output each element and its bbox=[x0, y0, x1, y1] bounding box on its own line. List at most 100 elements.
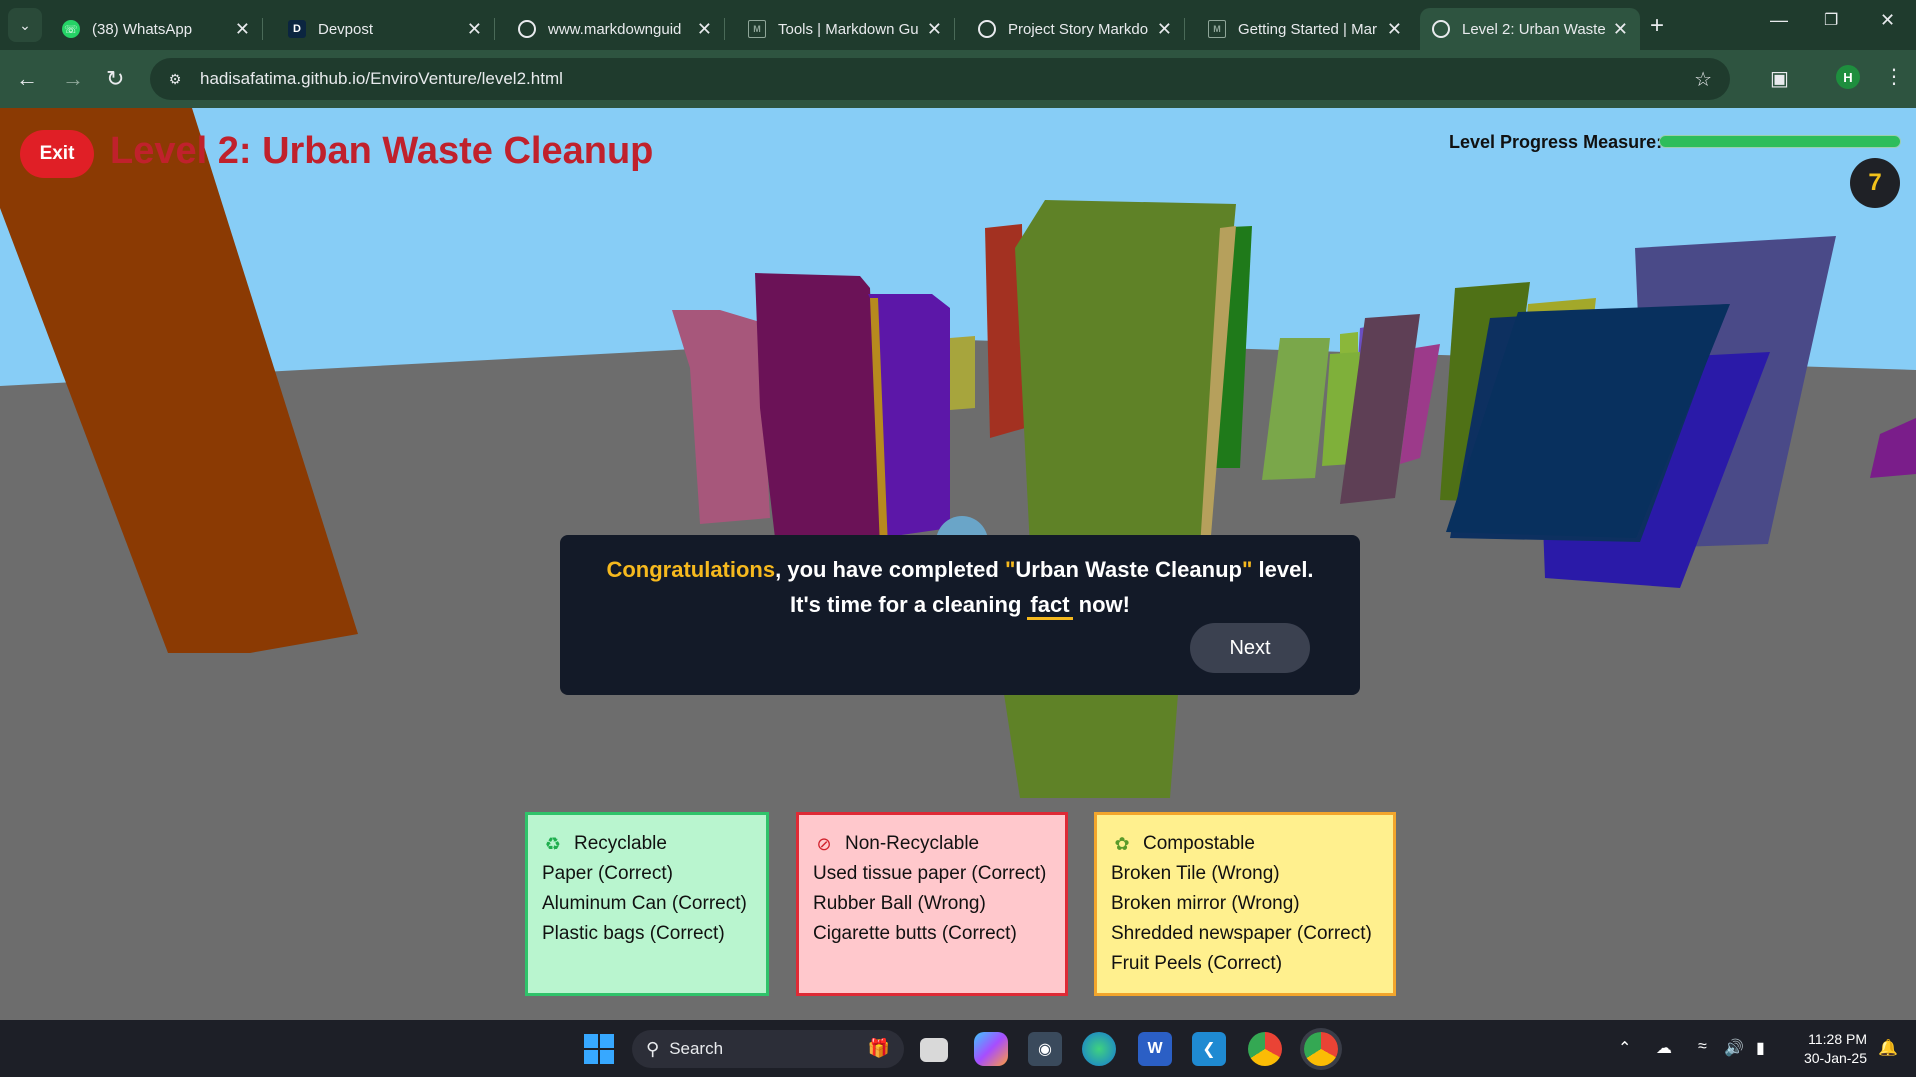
edge-icon[interactable] bbox=[1082, 1032, 1116, 1066]
notification-bell-icon[interactable]: 🔔 bbox=[1878, 1038, 1898, 1058]
list-item: Fruit Peels (Correct) bbox=[1111, 953, 1283, 974]
close-window-icon[interactable]: ✕ bbox=[1880, 10, 1895, 31]
list-item: Rubber Ball (Wrong) bbox=[813, 893, 986, 914]
vscode-icon[interactable]: ❮ bbox=[1192, 1032, 1226, 1066]
close-tab-icon[interactable]: ✕ bbox=[697, 19, 712, 40]
task-view-icon[interactable] bbox=[920, 1038, 948, 1062]
show-hidden-icons[interactable]: ⌃ bbox=[1618, 1038, 1631, 1058]
reload-icon[interactable]: ↻ bbox=[106, 66, 124, 92]
volume-icon[interactable]: 🔊 bbox=[1724, 1038, 1744, 1058]
score-counter: 7 bbox=[1850, 158, 1900, 208]
wifi-icon[interactable]: ≈ bbox=[1698, 1038, 1707, 1056]
word-icon[interactable]: W bbox=[1138, 1032, 1172, 1066]
devpost-icon: D bbox=[288, 20, 306, 38]
gift-icon: 🎁 bbox=[867, 1038, 890, 1058]
close-tab-icon[interactable]: ✕ bbox=[1387, 19, 1402, 40]
non-recyclable-bin[interactable]: ⊘ Non-Recyclable Used tissue paper (Corr… bbox=[796, 812, 1068, 996]
bin-title: Non-Recyclable bbox=[845, 833, 980, 854]
tab-search-button[interactable]: ⌄ bbox=[8, 8, 42, 42]
dialog-line-1: Congratulations, you have completed "Urb… bbox=[560, 557, 1360, 583]
list-item: Paper (Correct) bbox=[542, 863, 673, 884]
restore-icon[interactable]: ❐ bbox=[1824, 10, 1838, 30]
close-tab-icon[interactable]: ✕ bbox=[467, 19, 482, 40]
close-tab-icon[interactable]: ✕ bbox=[1613, 19, 1628, 40]
fact-word: fact bbox=[1027, 592, 1073, 620]
url-text[interactable]: hadisafatima.github.io/EnviroVenture/lev… bbox=[200, 69, 563, 89]
forward-icon[interactable]: → bbox=[62, 66, 84, 92]
list-item: Broken Tile (Wrong) bbox=[1111, 863, 1280, 884]
extensions-icon[interactable]: ▣ bbox=[1770, 66, 1789, 91]
dialog-text: level. bbox=[1252, 557, 1314, 582]
globe-icon bbox=[518, 20, 536, 38]
clock-date: 30-Jan-25 bbox=[1803, 1050, 1867, 1066]
tab-title: Level 2: Urban Waste bbox=[1462, 20, 1605, 38]
battery-icon[interactable]: ▮ bbox=[1756, 1038, 1765, 1058]
list-item: Broken mirror (Wrong) bbox=[1111, 893, 1300, 914]
list-item: Shredded newspaper (Correct) bbox=[1111, 923, 1372, 944]
clock-time: 11:28 PM bbox=[1808, 1031, 1867, 1047]
close-tab-icon[interactable]: ✕ bbox=[235, 19, 250, 40]
minimize-icon[interactable]: — bbox=[1770, 10, 1788, 31]
new-tab-button[interactable]: + bbox=[1650, 12, 1664, 40]
tab-markdownguide[interactable]: www.markdownguid ✕ bbox=[506, 8, 725, 50]
chrome-icon[interactable] bbox=[1248, 1032, 1282, 1066]
tab-title: (38) WhatsApp bbox=[92, 20, 193, 38]
quote-mark: " bbox=[1241, 557, 1253, 582]
level-title: Level 2: Urban Waste Cleanup bbox=[110, 130, 654, 172]
menu-icon[interactable]: ⋮ bbox=[1884, 64, 1904, 89]
chrome-profile-icon[interactable] bbox=[1304, 1032, 1338, 1066]
taskbar: ⚲ Search 🎁 ◉ W ❮ ⌃ ☁ ≈ 🔊 ▮ 11:28 PM 30-J… bbox=[0, 1020, 1916, 1077]
tab-devpost[interactable]: D Devpost ✕ bbox=[276, 8, 495, 50]
copilot-icon[interactable] bbox=[974, 1032, 1008, 1066]
tab-tools-markdown[interactable]: M Tools | Markdown Gu ✕ bbox=[736, 8, 955, 50]
list-item: Cigarette butts (Correct) bbox=[813, 923, 1017, 944]
close-tab-icon[interactable]: ✕ bbox=[1157, 19, 1172, 40]
next-button[interactable]: Next bbox=[1190, 623, 1310, 673]
openai-icon bbox=[978, 20, 996, 38]
recycle-icon: ♻ bbox=[544, 834, 562, 854]
tab-getting-started[interactable]: M Getting Started | Mar ✕ bbox=[1196, 8, 1414, 50]
waste-block bbox=[950, 336, 975, 410]
back-icon[interactable]: ← bbox=[16, 66, 38, 92]
tab-level2-active[interactable]: Level 2: Urban Waste ✕ bbox=[1420, 8, 1640, 50]
progress-fill bbox=[1660, 136, 1900, 147]
exit-button[interactable]: Exit bbox=[20, 130, 94, 178]
dialog-text: now! bbox=[1072, 592, 1130, 617]
close-tab-icon[interactable]: ✕ bbox=[927, 19, 942, 40]
bin-title: Recyclable bbox=[574, 833, 667, 854]
list-item: Aluminum Can (Correct) bbox=[542, 893, 747, 914]
tab-title: Tools | Markdown Gu bbox=[778, 20, 919, 38]
tab-whatsapp[interactable]: ☏ (38) WhatsApp ✕ bbox=[50, 8, 263, 50]
whatsapp-icon: ☏ bbox=[62, 20, 80, 38]
taskbar-search[interactable]: ⚲ Search 🎁 bbox=[632, 1030, 904, 1068]
camera-icon[interactable]: ◉ bbox=[1028, 1032, 1062, 1066]
quote-mark: " bbox=[1004, 557, 1016, 582]
compostable-bin[interactable]: ✿ Compostable Broken Tile (Wrong) Broken… bbox=[1094, 812, 1396, 996]
dialog-line-2: It's time for a cleaning fact now! bbox=[560, 592, 1360, 620]
leaf-icon: ✿ bbox=[1114, 834, 1130, 854]
list-item: Used tissue paper (Correct) bbox=[813, 863, 1047, 884]
markdown-icon: M bbox=[748, 20, 766, 38]
bin-title: Compostable bbox=[1143, 833, 1255, 854]
game-viewport[interactable]: Exit Level 2: Urban Waste Cleanup Level … bbox=[0, 108, 1916, 1020]
level-name: Urban Waste Cleanup bbox=[1015, 557, 1242, 582]
congrats-text: Congratulations bbox=[606, 557, 776, 582]
bookmark-star-icon[interactable]: ☆ bbox=[1694, 67, 1712, 92]
waste-block bbox=[755, 273, 880, 538]
profile-avatar[interactable]: H bbox=[1836, 65, 1860, 89]
clock[interactable]: 11:28 PM 30-Jan-25 bbox=[1795, 1030, 1867, 1068]
site-info-icon[interactable]: ⚙ bbox=[164, 68, 186, 90]
list-item: Plastic bags (Correct) bbox=[542, 923, 725, 944]
tab-title: www.markdownguid bbox=[548, 20, 682, 38]
progress-label: Level Progress Measure: bbox=[1449, 132, 1663, 152]
tab-project-story[interactable]: Project Story Markdo ✕ bbox=[966, 8, 1185, 50]
onedrive-icon[interactable]: ☁ bbox=[1656, 1038, 1672, 1058]
search-label: Search bbox=[669, 1039, 724, 1058]
dialog-text: It's time for a cleaning bbox=[790, 592, 1022, 617]
no-recycle-icon: ⊘ bbox=[816, 834, 832, 854]
browser-tab-bar: ⌄ ☏ (38) WhatsApp ✕ D Devpost ✕ www.mark… bbox=[0, 0, 1916, 50]
recyclable-bin[interactable]: ♻ Recyclable Paper (Correct) Aluminum Ca… bbox=[525, 812, 769, 996]
dialog-text: , you have completed bbox=[775, 557, 1005, 582]
address-bar[interactable]: ⚙ hadisafatima.github.io/EnviroVenture/l… bbox=[150, 58, 1730, 100]
windows-start-icon[interactable] bbox=[584, 1034, 614, 1064]
